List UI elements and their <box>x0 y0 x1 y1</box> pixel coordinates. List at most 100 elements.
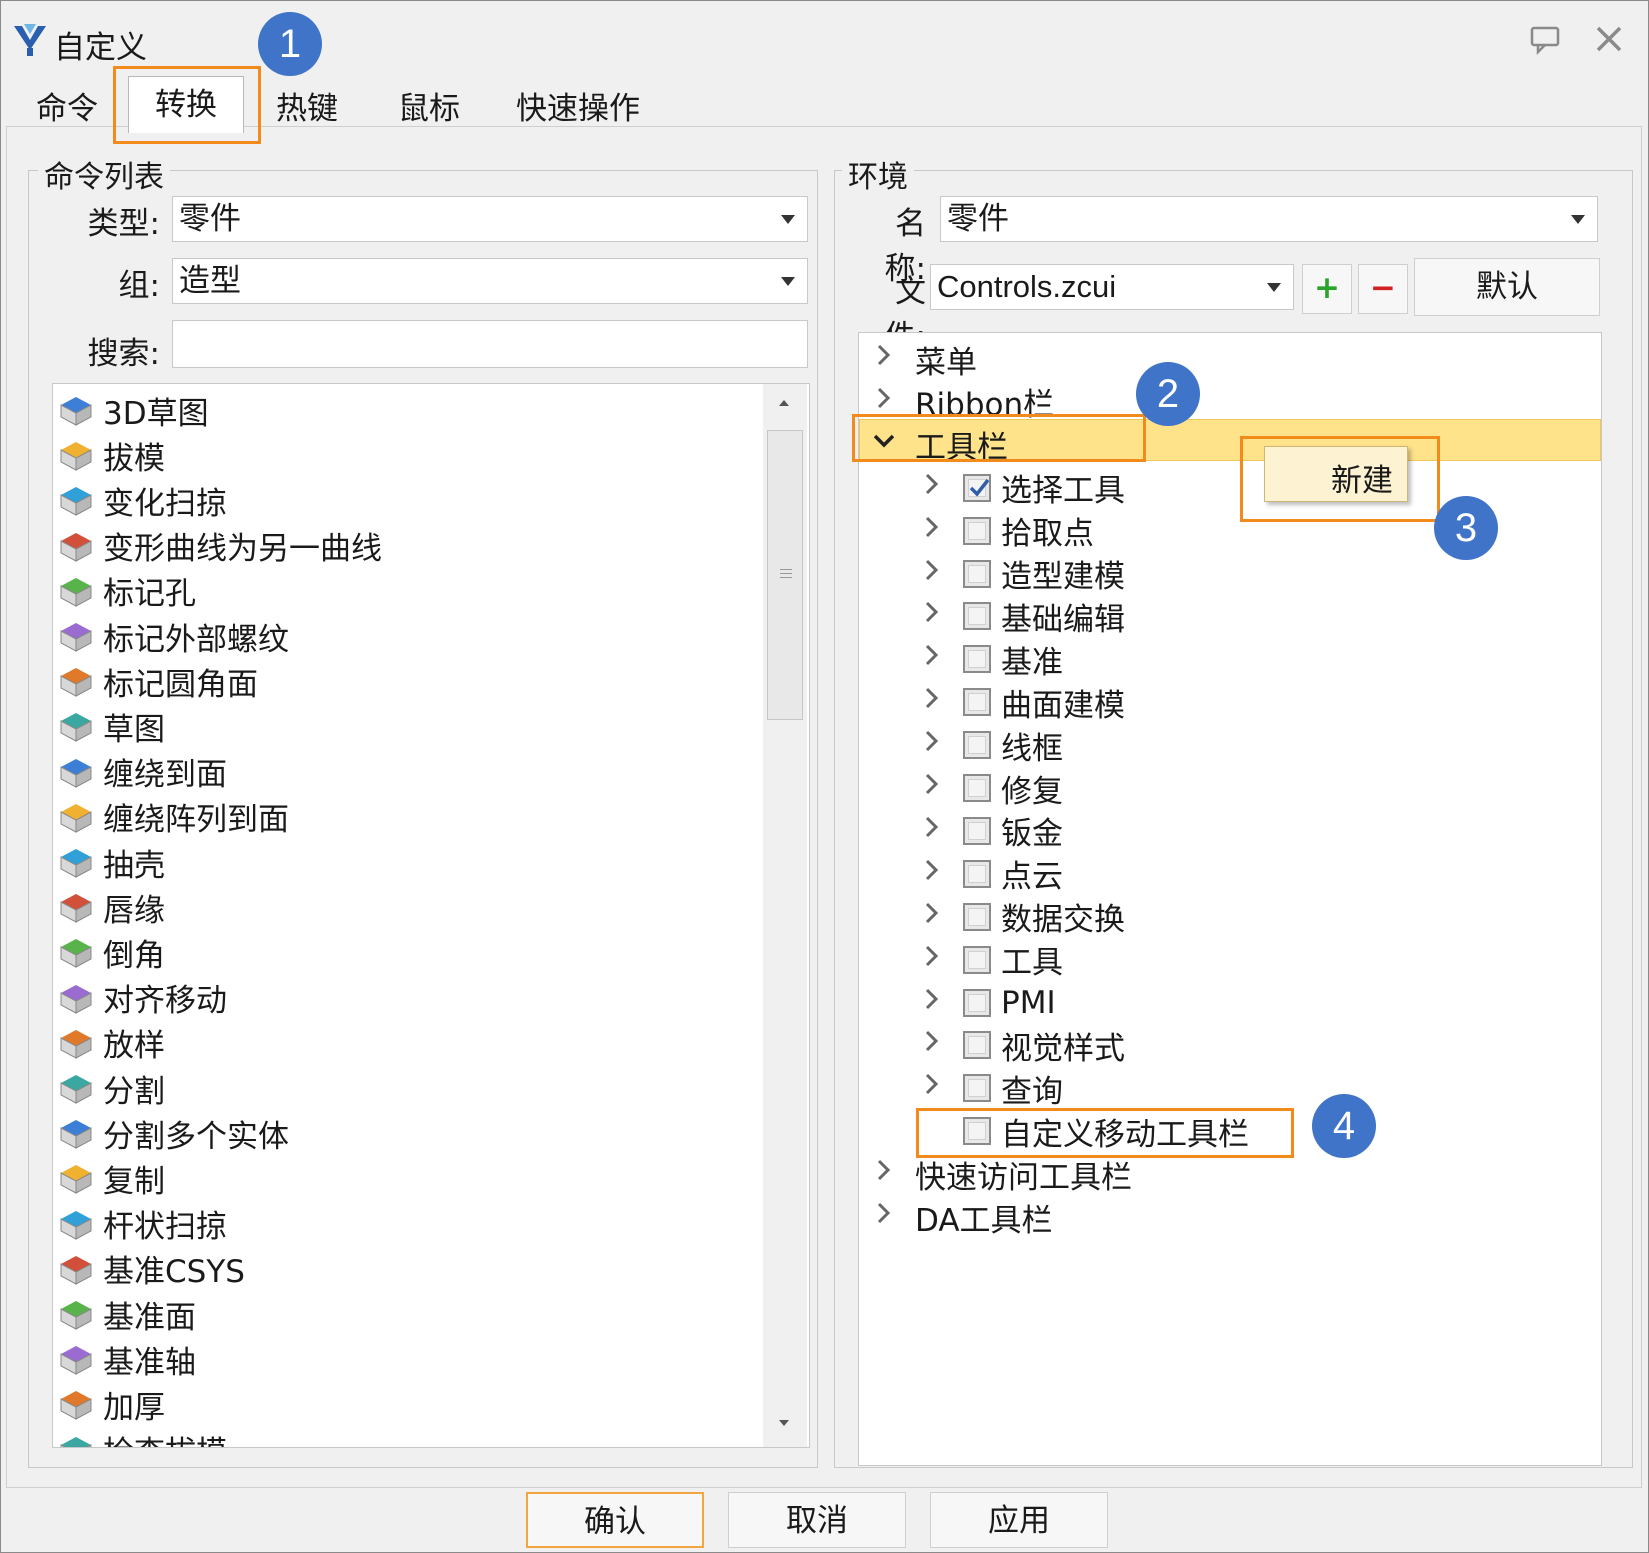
chevron-right-icon[interactable] <box>873 340 895 378</box>
chevron-right-icon[interactable] <box>873 1198 895 1236</box>
scroll-down-arrow-icon[interactable] <box>777 1418 791 1428</box>
tree-item-quick-access[interactable]: 快速访问工具栏 <box>873 1154 1132 1196</box>
file-dropdown[interactable]: Controls.zcui <box>930 264 1294 310</box>
tree-item-toolbar-child[interactable]: 工具 <box>921 940 1063 981</box>
chevron-right-icon[interactable] <box>921 640 943 678</box>
tree-item-toolbar-child[interactable]: 基础编辑 <box>921 596 1125 638</box>
tree-item-toolbar-child[interactable]: 基准 <box>921 639 1063 681</box>
tree-checkbox[interactable] <box>963 731 991 760</box>
command-list-item[interactable]: 杆状扫掠 <box>57 1202 227 1246</box>
tab-quick-actions[interactable]: 快速操作 <box>504 86 652 132</box>
command-list-item[interactable]: 放样 <box>57 1021 165 1065</box>
tree-item-toolbar-child[interactable]: 点云 <box>921 854 1063 895</box>
command-list-item[interactable]: 缠绕阵列到面 <box>57 795 289 839</box>
tree-checkbox[interactable] <box>963 902 991 931</box>
chevron-right-icon[interactable] <box>921 898 943 936</box>
tree-item-menu[interactable]: 菜单 <box>873 339 977 381</box>
tree-item-toolbar-child[interactable]: 拾取点 <box>921 511 1094 552</box>
command-list[interactable]: 3D草图 拔模 变化扫掠 变形曲线为另一曲线 标记孔 标记外部螺纹 标记圆角面 草图 缠绕到面缠… <box>52 383 810 1448</box>
tree-item-toolbar-child[interactable]: 修复 <box>921 768 1063 810</box>
tree-checkbox[interactable] <box>963 516 991 545</box>
tree-checkbox[interactable] <box>963 559 991 588</box>
remove-file-button[interactable]: − <box>1358 264 1408 314</box>
tree-item-toolbar-child[interactable]: 视觉样式 <box>921 1025 1125 1067</box>
chevron-right-icon[interactable] <box>921 812 943 850</box>
command-list-item[interactable]: 检查拔模 <box>57 1428 227 1447</box>
command-list-item[interactable]: 加厚 <box>57 1382 165 1426</box>
tree-item-toolbar-child[interactable]: 线框 <box>921 725 1063 767</box>
add-file-button[interactable]: + <box>1302 264 1352 314</box>
command-list-item[interactable]: 变化扫掠 <box>57 478 227 522</box>
command-list-item[interactable]: 基准面 <box>57 1292 196 1336</box>
command-list-item[interactable]: 分割多个实体 <box>57 1111 289 1155</box>
command-list-item[interactable]: 分割 <box>57 1066 165 1110</box>
mark-thread-icon <box>57 617 95 655</box>
scroll-thumb[interactable] <box>767 430 803 720</box>
tree-checkbox[interactable] <box>963 988 991 1017</box>
tree-checkbox[interactable] <box>963 602 991 631</box>
tree-item-toolbar-child[interactable]: 查询 <box>921 1068 1063 1110</box>
vertical-scrollbar[interactable] <box>763 384 807 1447</box>
chevron-right-icon[interactable] <box>921 1069 943 1107</box>
command-label: 杆状扫掠 <box>103 1209 227 1246</box>
tree-item-toolbar-child[interactable]: 选择工具 <box>921 468 1125 509</box>
command-list-item[interactable]: 拔模 <box>57 433 165 477</box>
tree-checkbox[interactable] <box>963 945 991 974</box>
tree-item-toolbar-child[interactable]: 钣金 <box>921 811 1063 852</box>
command-list-item[interactable]: 复制 <box>57 1156 165 1200</box>
tree-checkbox[interactable] <box>963 473 991 502</box>
tree-item-toolbar-child[interactable]: 曲面建模 <box>921 682 1125 724</box>
tree-item-toolbar-child[interactable]: 数据交换 <box>921 897 1125 938</box>
chevron-right-icon[interactable] <box>921 855 943 893</box>
tree-checkbox[interactable] <box>963 774 991 802</box>
command-list-item[interactable]: 基准CSYS <box>57 1247 245 1291</box>
feedback-button[interactable] <box>1528 22 1562 56</box>
chevron-right-icon[interactable] <box>921 512 943 550</box>
confirm-button[interactable]: 确认 <box>526 1492 704 1548</box>
chevron-right-icon[interactable] <box>921 683 943 721</box>
command-list-item[interactable]: 标记孔 <box>57 569 196 613</box>
tree-checkbox[interactable] <box>963 816 991 845</box>
name-dropdown[interactable]: 零件 <box>940 196 1598 242</box>
chevron-right-icon[interactable] <box>873 1155 895 1193</box>
chevron-right-icon[interactable] <box>921 984 943 1022</box>
command-list-item[interactable]: 变形曲线为另一曲线 <box>57 524 382 568</box>
command-list-item[interactable]: 对齐移动 <box>57 976 227 1020</box>
type-dropdown[interactable]: 零件 <box>172 196 808 242</box>
tree-item-toolbar-child[interactable]: PMI <box>921 983 1056 1023</box>
close-button[interactable] <box>1592 22 1626 56</box>
tree-item-toolbar-child[interactable]: 造型建模 <box>921 554 1125 595</box>
tree-checkbox[interactable] <box>963 859 991 888</box>
group-dropdown[interactable]: 造型 <box>172 258 808 304</box>
command-list-item[interactable]: 标记外部螺纹 <box>57 614 289 658</box>
command-list-item[interactable]: 抽壳 <box>57 840 165 884</box>
command-list-item[interactable]: 缠绕到面 <box>57 750 227 794</box>
apply-button[interactable]: 应用 <box>930 1492 1108 1548</box>
tab-mouse[interactable]: 鼠标 <box>386 86 472 132</box>
tab-commands[interactable]: 命令 <box>24 86 110 132</box>
chevron-right-icon[interactable] <box>921 941 943 979</box>
tree-checkbox[interactable] <box>963 1074 991 1103</box>
command-list-item[interactable]: 唇缘 <box>57 885 165 929</box>
chevron-right-icon[interactable] <box>921 469 943 507</box>
chevron-right-icon[interactable] <box>921 597 943 635</box>
scroll-up-arrow-icon[interactable] <box>777 398 791 408</box>
tree-item-da-toolbar[interactable]: DA工具栏 <box>873 1197 1053 1239</box>
command-list-item[interactable]: 草图 <box>57 704 165 748</box>
cancel-button[interactable]: 取消 <box>728 1492 906 1548</box>
default-button[interactable]: 默认 <box>1414 258 1600 316</box>
command-list-item[interactable]: 标记圆角面 <box>57 659 258 703</box>
chevron-right-icon[interactable] <box>921 769 943 807</box>
chevron-right-icon[interactable] <box>921 555 943 593</box>
tree-checkbox[interactable] <box>963 688 991 717</box>
chevron-right-icon[interactable] <box>921 1026 943 1064</box>
tree-checkbox[interactable] <box>963 645 991 674</box>
environment-tree[interactable]: 菜单 Ribbon栏 工具栏 选择工具 拾取点 造型建模 基础编辑 基准 曲面建模 线框 修复 钣金点… <box>858 332 1602 1466</box>
command-list-item[interactable]: 倒角 <box>57 930 165 974</box>
command-list-item[interactable]: 基准轴 <box>57 1337 196 1381</box>
search-input[interactable] <box>172 320 808 368</box>
chevron-right-icon[interactable] <box>921 726 943 764</box>
tree-checkbox[interactable] <box>963 1031 991 1060</box>
tab-hotkeys[interactable]: 热键 <box>264 86 350 132</box>
command-list-item[interactable]: 3D草图 <box>57 388 209 432</box>
